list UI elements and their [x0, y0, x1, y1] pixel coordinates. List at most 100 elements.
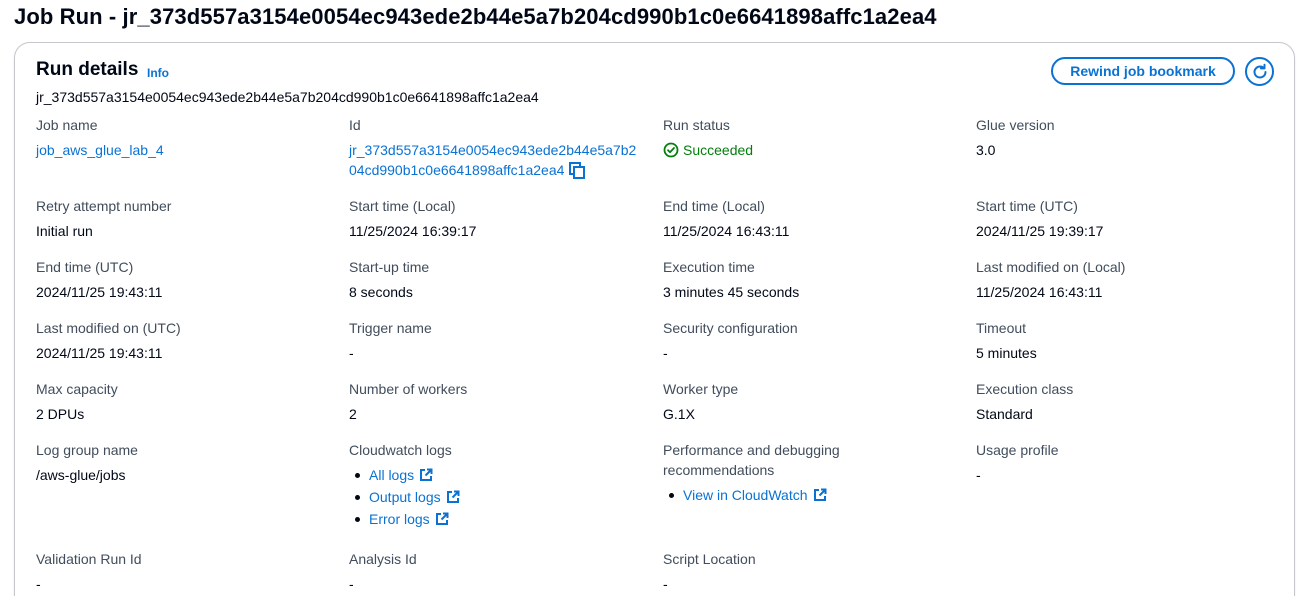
- all-logs-link[interactable]: All logs: [369, 465, 414, 485]
- external-link-icon[interactable]: [435, 512, 449, 526]
- trigger-name-label: Trigger name: [349, 320, 432, 336]
- run-status-label: Run status: [663, 117, 730, 133]
- execution-class-value: Standard: [976, 406, 1033, 422]
- field-startup-time: Start-up time 8 seconds: [349, 257, 430, 300]
- timeout-value: 5 minutes: [976, 345, 1037, 361]
- last-modified-utc-value: 2024/11/25 19:43:11: [36, 345, 163, 361]
- last-modified-utc-label: Last modified on (UTC): [36, 320, 181, 336]
- analysis-id-value: -: [349, 576, 354, 592]
- field-security-config: Security configuration -: [663, 318, 798, 361]
- field-trigger-name: Trigger name -: [349, 318, 432, 361]
- num-workers-label: Number of workers: [349, 381, 468, 397]
- validation-run-id-value: -: [36, 576, 41, 592]
- last-modified-local-label: Last modified on (Local): [976, 259, 1126, 275]
- retry-attempt-label: Retry attempt number: [36, 198, 172, 214]
- field-execution-time: Execution time 3 minutes 45 seconds: [663, 257, 799, 300]
- retry-attempt-value: Initial run: [36, 223, 93, 239]
- field-script-location: Script Location -: [663, 549, 756, 592]
- field-run-status: Run status Succeeded: [663, 115, 753, 158]
- script-location-label: Script Location: [663, 551, 756, 567]
- job-name-link[interactable]: job_aws_glue_lab_4: [36, 140, 164, 160]
- start-time-utc-label: Start time (UTC): [976, 198, 1078, 214]
- external-link-icon[interactable]: [419, 468, 433, 482]
- page-title: Job Run - jr_373d557a3154e0054ec943ede2b…: [14, 4, 937, 29]
- last-modified-local-value: 11/25/2024 16:43:11: [976, 284, 1103, 300]
- field-validation-run-id: Validation Run Id -: [36, 549, 142, 592]
- error-logs-link[interactable]: Error logs: [369, 509, 430, 529]
- external-link-icon[interactable]: [813, 488, 827, 502]
- usage-profile-label: Usage profile: [976, 442, 1059, 458]
- id-line-2[interactable]: 04cd990b1c0e6641898affc1a2ea4: [349, 160, 564, 180]
- trigger-name-value: -: [349, 345, 354, 361]
- field-last-modified-local: Last modified on (Local) 11/25/2024 16:4…: [976, 257, 1126, 300]
- worker-type-label: Worker type: [663, 381, 739, 397]
- list-item: Output logs: [349, 486, 549, 508]
- num-workers-value: 2: [349, 406, 357, 422]
- end-time-local-label: End time (Local): [663, 198, 765, 214]
- external-link-icon[interactable]: [446, 490, 460, 504]
- rewind-job-bookmark-button[interactable]: Rewind job bookmark: [1051, 57, 1235, 85]
- end-time-utc-label: End time (UTC): [36, 259, 134, 275]
- perf-debug-list: View in CloudWatch: [663, 484, 883, 506]
- max-capacity-label: Max capacity: [36, 381, 118, 397]
- success-check-icon: [663, 142, 679, 158]
- list-item: Error logs: [349, 508, 549, 530]
- field-job-name: Job name job_aws_glue_lab_4: [36, 115, 164, 158]
- field-glue-version: Glue version 3.0: [976, 115, 1055, 158]
- start-time-utc-value: 2024/11/25 19:39:17: [976, 223, 1104, 239]
- startup-time-label: Start-up time: [349, 259, 430, 275]
- timeout-label: Timeout: [976, 320, 1027, 336]
- validation-run-id-label: Validation Run Id: [36, 551, 142, 567]
- field-end-time-local: End time (Local) 11/25/2024 16:43:11: [663, 196, 789, 239]
- field-start-time-local: Start time (Local) 11/25/2024 16:39:17: [349, 196, 476, 239]
- field-worker-type: Worker type G.1X: [663, 379, 739, 422]
- end-time-utc-value: 2024/11/25 19:43:11: [36, 284, 163, 300]
- copy-icon[interactable]: [568, 161, 586, 179]
- security-config-value: -: [663, 345, 668, 361]
- refresh-icon: [1253, 63, 1266, 78]
- id-link[interactable]: jr_373d557a3154e0054ec943ede2b44e5a7b2 0…: [349, 140, 649, 180]
- field-start-time-utc: Start time (UTC) 2024/11/25 19:39:17: [976, 196, 1103, 239]
- field-max-capacity: Max capacity 2 DPUs: [36, 379, 118, 422]
- run-id-subtitle: jr_373d557a3154e0054ec943ede2b44e5a7b204…: [36, 89, 539, 105]
- log-group-value: /aws-glue/jobs: [36, 467, 126, 483]
- field-log-group: Log group name /aws-glue/jobs: [36, 440, 138, 483]
- id-line-1[interactable]: jr_373d557a3154e0054ec943ede2b44e5a7b2: [349, 140, 649, 160]
- refresh-button[interactable]: [1245, 57, 1274, 86]
- field-cloudwatch-logs: Cloudwatch logs All logs Output logs Err…: [349, 440, 460, 527]
- execution-class-label: Execution class: [976, 381, 1074, 397]
- view-in-cloudwatch-link[interactable]: View in CloudWatch: [683, 485, 808, 505]
- id-label: Id: [349, 117, 361, 133]
- field-num-workers: Number of workers 2: [349, 379, 468, 422]
- field-usage-profile: Usage profile -: [976, 440, 1059, 483]
- cloudwatch-logs-label: Cloudwatch logs: [349, 442, 452, 458]
- glue-version-value: 3.0: [976, 142, 996, 158]
- max-capacity-value: 2 DPUs: [36, 406, 85, 422]
- panel-title: Run details: [36, 59, 139, 80]
- run-status-value: Succeeded: [683, 142, 754, 158]
- list-item: View in CloudWatch: [663, 484, 883, 506]
- execution-time-value: 3 minutes 45 seconds: [663, 284, 800, 300]
- output-logs-link[interactable]: Output logs: [369, 487, 441, 507]
- field-id: Id jr_373d557a3154e0054ec943ede2b44e5a7b…: [349, 115, 636, 179]
- perf-debug-label: Performance and debugging recommendation…: [663, 442, 840, 478]
- usage-profile-value: -: [976, 467, 981, 483]
- field-analysis-id: Analysis Id -: [349, 549, 417, 592]
- execution-time-label: Execution time: [663, 259, 755, 275]
- script-location-value: -: [663, 576, 668, 592]
- field-perf-debug: Performance and debugging recommendation…: [663, 440, 873, 503]
- info-link[interactable]: Info: [147, 66, 169, 80]
- glue-version-label: Glue version: [976, 117, 1055, 133]
- field-end-time-utc: End time (UTC) 2024/11/25 19:43:11: [36, 257, 162, 300]
- start-time-local-value: 11/25/2024 16:39:17: [349, 223, 477, 239]
- cloudwatch-logs-list: All logs Output logs Error logs: [349, 464, 549, 530]
- security-config-label: Security configuration: [663, 320, 798, 336]
- field-last-modified-utc: Last modified on (UTC) 2024/11/25 19:43:…: [36, 318, 181, 361]
- field-timeout: Timeout 5 minutes: [976, 318, 1037, 361]
- job-name-label: Job name: [36, 117, 98, 133]
- startup-time-value: 8 seconds: [349, 284, 413, 300]
- log-group-label: Log group name: [36, 442, 138, 458]
- start-time-local-label: Start time (Local): [349, 198, 456, 214]
- field-retry-attempt: Retry attempt number Initial run: [36, 196, 172, 239]
- status-badge: Succeeded: [663, 140, 753, 160]
